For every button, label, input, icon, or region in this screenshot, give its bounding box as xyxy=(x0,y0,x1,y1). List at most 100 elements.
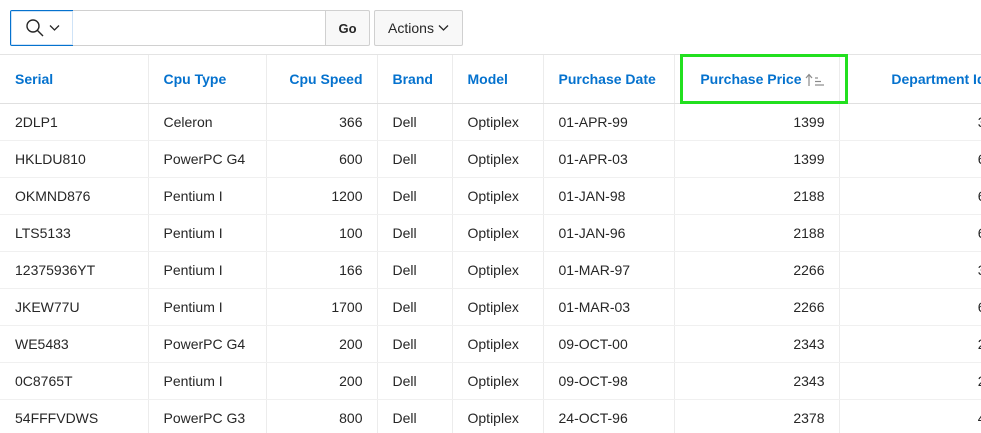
report-table: Serial Cpu Type Cpu Speed Brand Model Pu… xyxy=(0,55,981,433)
cell-purchase-date: 01-MAR-97 xyxy=(543,251,675,289)
cell-purchase-date: 01-APR-99 xyxy=(543,103,675,141)
column-header-purchase-price[interactable]: Purchase Price xyxy=(674,55,840,104)
cell-cpu-type: Pentium I xyxy=(148,362,267,400)
cell-serial: 2DLP1 xyxy=(0,103,149,141)
cell-cpu-type: Celeron xyxy=(148,103,267,141)
report-toolbar: Go Actions xyxy=(0,0,981,55)
search-icon xyxy=(25,19,43,37)
cell-purchase-price: 1399 xyxy=(674,140,840,178)
cell-cpu-type: Pentium I xyxy=(148,214,267,252)
cell-model: Optiplex xyxy=(452,214,544,252)
column-header-model[interactable]: Model xyxy=(452,55,544,104)
table-body: 2DLP1 Celeron 366 Dell Optiplex 01-APR-99 1399… xyxy=(0,103,981,433)
search-input[interactable] xyxy=(73,10,326,46)
cell-cpu-speed: 200 xyxy=(266,362,378,400)
cell-purchase-date: 01-APR-03 xyxy=(543,140,675,178)
cell-purchase-price: 2188 xyxy=(674,214,840,252)
report-grid: Serial Cpu Type Cpu Speed Brand Model Pu… xyxy=(0,55,981,433)
cell-department-id: 6 xyxy=(839,214,981,252)
cell-department-id: 4 xyxy=(839,399,981,433)
cell-cpu-type: PowerPC G4 xyxy=(148,140,267,178)
header-row: Serial Cpu Type Cpu Speed Brand Model Pu… xyxy=(0,55,981,104)
cell-cpu-speed: 1700 xyxy=(266,288,378,326)
cell-model: Optiplex xyxy=(452,177,544,215)
cell-brand: Dell xyxy=(377,325,453,363)
search-bar: Go xyxy=(10,10,370,46)
cell-brand: Dell xyxy=(377,177,453,215)
cell-purchase-price: 2343 xyxy=(674,362,840,400)
cell-brand: Dell xyxy=(377,251,453,289)
cell-department-id: 2 xyxy=(839,325,981,363)
cell-cpu-type: Pentium I xyxy=(148,177,267,215)
cell-brand: Dell xyxy=(377,140,453,178)
report-frame: Go Actions Serial Cpu Type Cpu Speed Bra… xyxy=(0,0,981,433)
column-header-brand[interactable]: Brand xyxy=(377,55,453,104)
cell-department-id: 3 xyxy=(839,251,981,289)
cell-purchase-date: 09-OCT-98 xyxy=(543,362,675,400)
cell-cpu-speed: 1200 xyxy=(266,177,378,215)
column-header-cpu-type[interactable]: Cpu Type xyxy=(148,55,267,104)
cell-model: Optiplex xyxy=(452,140,544,178)
cell-serial: 12375936YT xyxy=(0,251,149,289)
sort-ascending-icon xyxy=(805,73,824,86)
cell-purchase-price: 2188 xyxy=(674,177,840,215)
column-header-department-id[interactable]: Department Id xyxy=(839,55,981,104)
cell-cpu-type: PowerPC G4 xyxy=(148,325,267,363)
cell-brand: Dell xyxy=(377,214,453,252)
cell-brand: Dell xyxy=(377,288,453,326)
cell-purchase-price: 2266 xyxy=(674,288,840,326)
go-button[interactable]: Go xyxy=(325,10,370,46)
actions-label: Actions xyxy=(388,20,434,36)
cell-model: Optiplex xyxy=(452,399,544,433)
cell-brand: Dell xyxy=(377,362,453,400)
column-header-cpu-speed[interactable]: Cpu Speed xyxy=(266,55,378,104)
cell-purchase-date: 01-JAN-96 xyxy=(543,214,675,252)
search-column-menu-button[interactable] xyxy=(10,10,74,46)
cell-purchase-price: 2378 xyxy=(674,399,840,433)
table-row: WE5483 PowerPC G4 200 Dell Optiplex 09-OCT-00… xyxy=(0,325,981,363)
cell-purchase-price: 2266 xyxy=(674,251,840,289)
cell-cpu-speed: 100 xyxy=(266,214,378,252)
cell-brand: Dell xyxy=(377,103,453,141)
cell-purchase-date: 01-JAN-98 xyxy=(543,177,675,215)
chevron-down-icon xyxy=(438,25,449,31)
table-row: LTS5133 Pentium I 100 Dell Optiplex 01-JAN-96… xyxy=(0,214,981,252)
table-row: HKLDU810 PowerPC G4 600 Dell Optiplex 01-APR-… xyxy=(0,140,981,178)
cell-purchase-date: 01-MAR-03 xyxy=(543,288,675,326)
cell-model: Optiplex xyxy=(452,103,544,141)
table-row: 2DLP1 Celeron 366 Dell Optiplex 01-APR-99 1399… xyxy=(0,103,981,141)
cell-serial: 54FFFVDWS xyxy=(0,399,149,433)
cell-cpu-type: Pentium I xyxy=(148,288,267,326)
cell-model: Optiplex xyxy=(452,288,544,326)
table-row: JKEW77U Pentium I 1700 Dell Optiplex 01-MAR-0… xyxy=(0,288,981,326)
cell-cpu-type: Pentium I xyxy=(148,251,267,289)
table-row: 54FFFVDWS PowerPC G3 800 Dell Optiplex 24-OCT… xyxy=(0,399,981,433)
cell-purchase-date: 09-OCT-00 xyxy=(543,325,675,363)
cell-brand: Dell xyxy=(377,399,453,433)
table-row: 12375936YT Pentium I 166 Dell Optiplex 01-MAR… xyxy=(0,251,981,289)
cell-purchase-price: 1399 xyxy=(674,103,840,141)
chevron-down-icon xyxy=(49,25,59,31)
cell-cpu-speed: 600 xyxy=(266,140,378,178)
actions-menu-button[interactable]: Actions xyxy=(374,10,463,46)
column-header-purchase-date[interactable]: Purchase Date xyxy=(543,55,675,104)
cell-serial: HKLDU810 xyxy=(0,140,149,178)
cell-serial: OKMND876 xyxy=(0,177,149,215)
cell-cpu-speed: 800 xyxy=(266,399,378,433)
cell-department-id: 3 xyxy=(839,103,981,141)
cell-cpu-type: PowerPC G3 xyxy=(148,399,267,433)
cell-department-id: 6 xyxy=(839,177,981,215)
table-row: OKMND876 Pentium I 1200 Dell Optiplex 01-JAN-… xyxy=(0,177,981,215)
cell-serial: 0C8765T xyxy=(0,362,149,400)
cell-purchase-date: 24-OCT-96 xyxy=(543,399,675,433)
cell-cpu-speed: 200 xyxy=(266,325,378,363)
cell-model: Optiplex xyxy=(452,251,544,289)
table-row: 0C8765T Pentium I 200 Dell Optiplex 09-OCT-98… xyxy=(0,362,981,400)
cell-serial: LTS5133 xyxy=(0,214,149,252)
cell-serial: JKEW77U xyxy=(0,288,149,326)
cell-model: Optiplex xyxy=(452,362,544,400)
cell-serial: WE5483 xyxy=(0,325,149,363)
cell-department-id: 6 xyxy=(839,288,981,326)
column-header-serial[interactable]: Serial xyxy=(0,55,149,104)
cell-cpu-speed: 366 xyxy=(266,103,378,141)
